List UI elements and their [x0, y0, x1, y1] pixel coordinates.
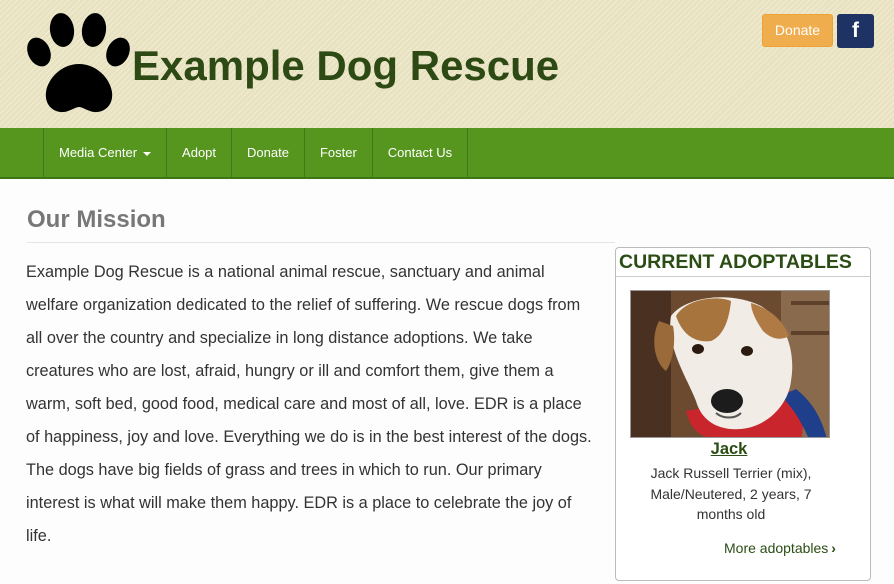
nav-item-foster[interactable]: Foster: [303, 128, 372, 177]
dog-name-link[interactable]: Jack: [616, 440, 842, 459]
donate-button[interactable]: Donate: [762, 14, 833, 47]
nav-item-label: Donate: [247, 145, 289, 160]
caret-down-icon: [143, 151, 152, 156]
nav-item-adopt[interactable]: Adopt: [166, 128, 231, 177]
adoptables-heading: CURRENT ADOPTABLES: [619, 251, 852, 273]
main-navbar: Media Center Adopt Donate Foster Contact…: [0, 128, 894, 179]
dog-photo-image: [631, 291, 829, 437]
nav-item-label: Contact Us: [387, 145, 453, 160]
adoptables-panel: CURRENT ADOPTABLES Jack Jack Russell Ter…: [615, 247, 871, 581]
mission-paragraph: Example Dog Rescue is a national animal …: [26, 263, 592, 545]
nav-item-label: Adopt: [182, 145, 217, 160]
more-adoptables-label: More adoptables: [724, 540, 829, 556]
site-title: Example Dog Rescue: [132, 42, 560, 89]
paw-print-icon: [27, 13, 130, 113]
title-divider: [27, 242, 615, 243]
nav-item-label: Media Center: [59, 145, 138, 160]
facebook-icon[interactable]: f: [837, 14, 874, 48]
dog-description: Jack Russell Terrier (mix), Male/Neutere…: [650, 465, 812, 522]
nav-item-media-center[interactable]: Media Center: [43, 128, 166, 177]
more-adoptables-link[interactable]: More adoptables ›: [724, 540, 836, 556]
site-header: Example Dog Rescue Donate f: [0, 0, 894, 128]
chevron-right-icon: ›: [831, 540, 836, 556]
panel-divider: [616, 276, 870, 277]
page-title: Our Mission: [27, 206, 166, 233]
dog-photo[interactable]: [630, 290, 830, 438]
nav-item-label: Foster: [319, 145, 357, 160]
nav-item-donate[interactable]: Donate: [231, 128, 304, 177]
nav-item-contact-us[interactable]: Contact Us: [371, 128, 469, 177]
